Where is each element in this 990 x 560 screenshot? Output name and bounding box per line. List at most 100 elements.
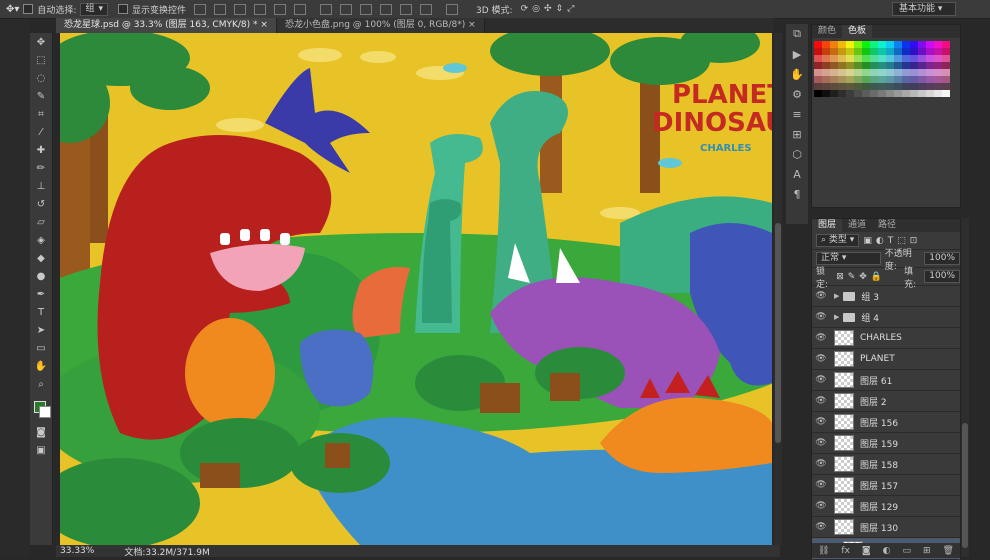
swatch[interactable] — [814, 48, 822, 55]
swatch[interactable] — [846, 62, 854, 69]
swatch[interactable] — [830, 76, 838, 83]
expand-arrow-icon[interactable]: ▶ — [834, 292, 839, 300]
move-tool-icon[interactable]: ✥ — [30, 33, 52, 51]
swatch[interactable] — [878, 62, 886, 69]
swatch[interactable] — [846, 41, 854, 48]
visibility-eye-icon[interactable]: 👁 — [812, 480, 830, 490]
scroll-thumb[interactable] — [775, 223, 781, 443]
swatch[interactable] — [862, 55, 870, 62]
layer-row[interactable]: 👁 图层 129 — [812, 496, 960, 517]
clone-stamp-tool-icon[interactable]: ⊥ — [30, 177, 52, 195]
swatch[interactable] — [894, 55, 902, 62]
swatch[interactable] — [902, 41, 910, 48]
swatch[interactable] — [926, 48, 934, 55]
swatch[interactable] — [854, 48, 862, 55]
tab-swatches[interactable]: 色板 — [842, 25, 873, 38]
swatch[interactable] — [854, 90, 862, 97]
history-brush-tool-icon[interactable]: ↺ — [30, 195, 52, 213]
roll-3d-icon[interactable]: ◎ — [532, 4, 540, 14]
swatch[interactable] — [830, 55, 838, 62]
swatch[interactable] — [814, 83, 822, 90]
eraser-tool-icon[interactable]: ▱ — [30, 213, 52, 231]
swatch[interactable] — [822, 62, 830, 69]
lock-move-icon[interactable]: ✥ — [859, 272, 867, 282]
swatch[interactable] — [822, 83, 830, 90]
align-bottom-icon[interactable] — [234, 3, 247, 15]
swatch[interactable] — [910, 69, 918, 76]
move-tool-icon[interactable]: ✥▾ — [6, 4, 19, 15]
background-color-swatch[interactable] — [39, 406, 51, 418]
swatch[interactable] — [878, 55, 886, 62]
visibility-eye-icon[interactable]: 👁 — [812, 396, 830, 406]
swatch[interactable] — [902, 55, 910, 62]
swatch[interactable] — [894, 62, 902, 69]
swatch[interactable] — [886, 83, 894, 90]
tab-layers[interactable]: 图层 — [812, 219, 843, 232]
properties-icon[interactable]: ≡ — [786, 104, 808, 124]
swatch[interactable] — [846, 83, 854, 90]
layer-row[interactable]: 👁 图层 159 — [812, 433, 960, 454]
swatch[interactable] — [862, 62, 870, 69]
quick-select-tool-icon[interactable]: ✎ — [30, 87, 52, 105]
swatch[interactable] — [886, 41, 894, 48]
visibility-eye-icon[interactable]: 👁 — [812, 417, 830, 427]
swatch[interactable] — [934, 76, 942, 83]
swatch[interactable] — [862, 48, 870, 55]
swatch[interactable] — [870, 48, 878, 55]
close-icon[interactable]: × — [260, 20, 268, 30]
distribute-vcenter-icon[interactable] — [340, 3, 353, 15]
brush-tool-icon[interactable]: ✏ — [30, 159, 52, 177]
visibility-eye-icon[interactable]: 👁 — [812, 375, 830, 385]
swatch[interactable] — [910, 48, 918, 55]
swatch[interactable] — [894, 76, 902, 83]
paragraph-icon[interactable]: ¶ — [786, 184, 808, 204]
swatch[interactable] — [878, 48, 886, 55]
swatch[interactable] — [942, 55, 950, 62]
swatch[interactable] — [838, 90, 846, 97]
swatch[interactable] — [942, 69, 950, 76]
swatch[interactable] — [878, 83, 886, 90]
swatch[interactable] — [822, 90, 830, 97]
swatch[interactable] — [926, 69, 934, 76]
swatch[interactable] — [886, 69, 894, 76]
add-mask-icon[interactable]: ◙ — [862, 546, 871, 556]
swatch[interactable] — [854, 41, 862, 48]
swatch[interactable] — [934, 69, 942, 76]
scale-3d-icon[interactable]: ⤢ — [567, 4, 574, 14]
visibility-eye-icon[interactable]: 👁 — [812, 312, 830, 322]
visibility-eye-icon[interactable]: 👁 — [812, 522, 830, 532]
swatch[interactable] — [894, 69, 902, 76]
filter-pixel-icon[interactable]: ▣ — [863, 236, 872, 246]
swatch[interactable] — [814, 55, 822, 62]
swatch[interactable] — [918, 83, 926, 90]
pen-tool-icon[interactable]: ✒ — [30, 285, 52, 303]
layer-group-row[interactable]: 👁 ▶ 组 4 — [812, 307, 960, 328]
marquee-tool-icon[interactable]: ⬚ — [30, 51, 52, 69]
swatch[interactable] — [830, 48, 838, 55]
swatch[interactable] — [838, 83, 846, 90]
layer-kind-filter[interactable]: ⌕ 类型 ▾ — [816, 234, 860, 247]
layer-row[interactable]: 👁 图层 61 — [812, 370, 960, 391]
swatch[interactable] — [838, 69, 846, 76]
swatch[interactable] — [886, 48, 894, 55]
swatch-grid[interactable] — [812, 38, 960, 100]
visibility-eye-icon[interactable]: 👁 — [812, 354, 830, 364]
swatch[interactable] — [926, 41, 934, 48]
swatch[interactable] — [934, 62, 942, 69]
swatch[interactable] — [918, 62, 926, 69]
layer-row[interactable]: 👁 PLANET — [812, 349, 960, 370]
show-transform-checkbox[interactable] — [118, 4, 128, 14]
swatch[interactable] — [942, 62, 950, 69]
swatch[interactable] — [926, 90, 934, 97]
swatch[interactable] — [942, 41, 950, 48]
actions-icon[interactable]: ▶ — [786, 44, 808, 64]
swatch[interactable] — [838, 55, 846, 62]
new-layer-icon[interactable]: ⊞ — [923, 546, 931, 556]
distribute-top-icon[interactable] — [320, 3, 333, 15]
align-hcenter-icon[interactable] — [274, 3, 287, 15]
swatch[interactable] — [878, 69, 886, 76]
auto-align-icon[interactable] — [446, 3, 459, 15]
swatch[interactable] — [894, 48, 902, 55]
lock-pixels-icon[interactable]: ⊠ — [836, 272, 844, 282]
layers-scrollbar[interactable] — [961, 218, 969, 557]
